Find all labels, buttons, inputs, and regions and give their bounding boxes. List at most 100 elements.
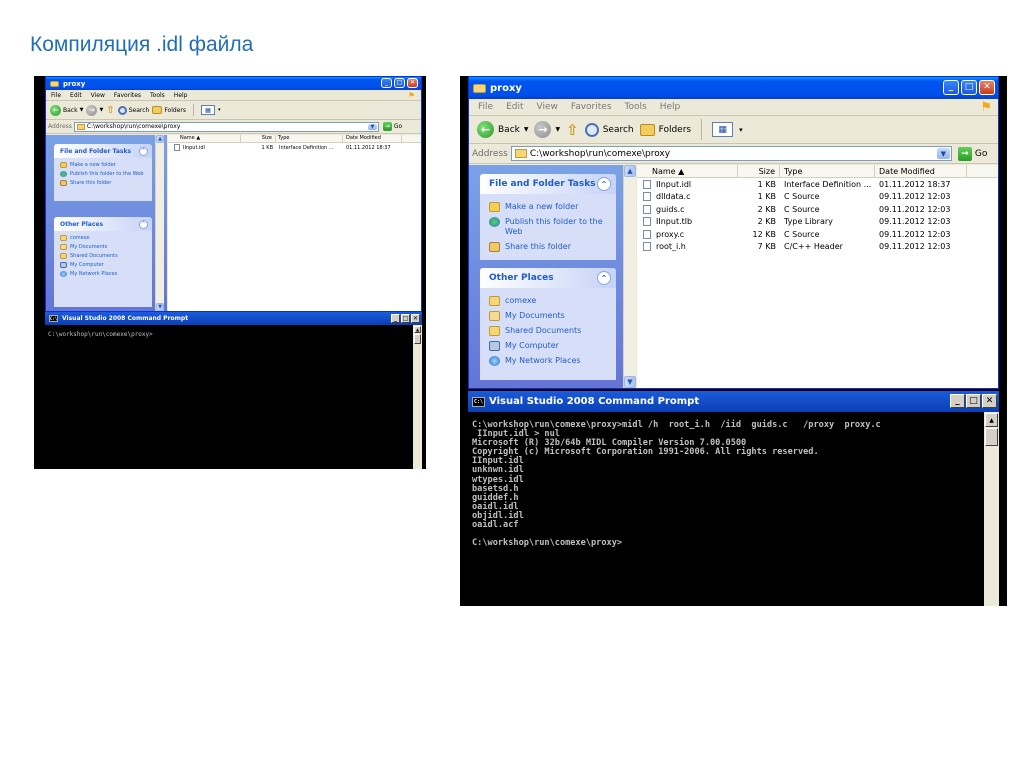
address-field[interactable]: C:\workshop\run\comexe\proxy ▼	[510, 146, 952, 161]
command-prompt-titlebar[interactable]: C:\ Visual Studio 2008 Command Prompt _ …	[45, 312, 422, 325]
maximize-button[interactable]: □	[394, 78, 405, 88]
collapse-chevron-icon[interactable]: ⌃	[597, 177, 611, 191]
menu-tools[interactable]: Tools	[150, 92, 165, 99]
place-item-1[interactable]: My Documents	[60, 244, 148, 250]
collapse-chevron-icon[interactable]: ⌃	[597, 271, 611, 285]
minimize-button[interactable]: _	[391, 314, 400, 323]
close-button[interactable]: ✕	[411, 314, 420, 323]
collapse-chevron-icon[interactable]: ⌃	[139, 219, 148, 229]
task-item-2[interactable]: Share this folder	[60, 180, 148, 186]
back-button[interactable]: ← Back ▼	[477, 121, 528, 138]
column-date[interactable]: Date Modified	[875, 165, 967, 178]
column-size[interactable]: Size	[241, 135, 276, 143]
folders-icon	[152, 106, 163, 114]
maximize-button[interactable]: □	[961, 80, 977, 95]
scroll-thumb[interactable]	[985, 428, 998, 446]
file-row[interactable]: root_i.h 7 KB C/C++ Header 09.11.2012 12:03	[637, 241, 998, 253]
menu-tools[interactable]: Tools	[625, 102, 647, 112]
chevron-down-icon[interactable]: ▼	[936, 148, 950, 159]
minimize-button[interactable]: _	[381, 78, 392, 88]
views-icon[interactable]: ▦	[712, 122, 734, 137]
collapse-chevron-icon[interactable]: ⌃	[139, 146, 148, 156]
scroll-thumb[interactable]	[414, 334, 421, 344]
place-item-1[interactable]: My Documents	[489, 311, 611, 321]
close-button[interactable]: ✕	[979, 80, 995, 95]
task-item-1[interactable]: Publish this folder to the Web	[489, 217, 611, 237]
place-item-3[interactable]: My Computer	[489, 341, 611, 351]
place-item-0[interactable]: comexe	[489, 296, 611, 306]
menu-edit[interactable]: Edit	[70, 92, 82, 99]
menu-help[interactable]: Help	[174, 92, 188, 99]
file-row[interactable]: proxy.c 12 KB C Source 09.11.2012 12:03	[637, 229, 998, 241]
back-button[interactable]: ← Back ▼	[50, 104, 83, 116]
explorer-titlebar[interactable]: proxy _ □ ✕	[469, 77, 998, 99]
forward-button[interactable]: → ▼	[534, 121, 560, 138]
column-size[interactable]: Size	[738, 165, 780, 178]
scroll-up-icon[interactable]: ▲	[156, 135, 164, 143]
forward-button[interactable]: → ▼	[86, 104, 103, 116]
go-button[interactable]: → Go	[957, 146, 987, 161]
place-item-2[interactable]: Shared Documents	[60, 253, 148, 259]
console-scrollbar[interactable]: ▲	[413, 325, 422, 469]
go-button[interactable]: → Go	[382, 122, 402, 131]
scroll-down-icon[interactable]: ▼	[156, 303, 164, 311]
up-folder-icon[interactable]: ⇧	[106, 105, 114, 116]
console-scrollbar[interactable]: ▲	[984, 412, 999, 606]
column-date[interactable]: Date Modified	[343, 135, 402, 143]
tasks-header[interactable]: File and Folder Tasks ⌃	[480, 174, 616, 194]
place-item-2[interactable]: Shared Documents	[489, 326, 611, 336]
file-row[interactable]: guids.c 2 KB C Source 09.11.2012 12:03	[637, 204, 998, 216]
address-field[interactable]: C:\workshop\run\comexe\proxy ▼	[73, 121, 379, 132]
menu-favorites[interactable]: Favorites	[571, 102, 612, 112]
menu-favorites[interactable]: Favorites	[114, 92, 141, 99]
tasks-header[interactable]: File and Folder Tasks ⌃	[54, 144, 152, 158]
column-name[interactable]: Name ▲	[168, 135, 241, 143]
folders-button[interactable]: Folders	[152, 106, 186, 114]
place-item-0[interactable]: comexe	[60, 235, 148, 241]
scroll-up-icon[interactable]: ▲	[414, 326, 421, 333]
task-item-0[interactable]: Make a new folder	[489, 202, 611, 212]
menu-view[interactable]: View	[537, 102, 558, 112]
task-pane-scrollbar[interactable]: ▲ ▼	[155, 135, 164, 311]
places-header[interactable]: Other Places ⌃	[54, 217, 152, 231]
scroll-down-icon[interactable]: ▼	[624, 376, 636, 388]
file-row[interactable]: IInput.idl 1 KB Interface Definition ... 01…	[637, 179, 998, 191]
views-icon[interactable]: ▦	[200, 105, 215, 115]
scroll-up-icon[interactable]: ▲	[624, 165, 636, 177]
search-button[interactable]: Search	[117, 105, 149, 115]
place-item-4[interactable]: My Network Places	[489, 356, 611, 366]
minimize-button[interactable]: _	[950, 394, 965, 408]
file-row[interactable]: IInput.tlb 2 KB Type Library 09.11.2012 12:…	[637, 216, 998, 228]
explorer-titlebar[interactable]: proxy _ □ ✕	[46, 77, 421, 90]
column-type[interactable]: Type	[276, 135, 343, 143]
file-row[interactable]: dlldata.c 1 KB C Source 09.11.2012 12:03	[637, 191, 998, 203]
menu-file[interactable]: File	[51, 92, 61, 99]
share-folder-icon	[489, 242, 500, 252]
place-item-4[interactable]: My Network Places	[60, 271, 148, 277]
search-button[interactable]: Search	[584, 122, 634, 137]
chevron-down-icon[interactable]: ▼	[367, 123, 377, 130]
up-folder-icon[interactable]: ⇧	[566, 121, 579, 139]
minimize-button[interactable]: _	[943, 80, 959, 95]
menu-file[interactable]: File	[478, 102, 493, 112]
maximize-button[interactable]: □	[401, 314, 410, 323]
column-name[interactable]: Name ▲	[637, 165, 738, 178]
menu-help[interactable]: Help	[660, 102, 681, 112]
menu-view[interactable]: View	[91, 92, 105, 99]
places-header[interactable]: Other Places ⌃	[480, 268, 616, 288]
command-prompt-titlebar[interactable]: C:\ Visual Studio 2008 Command Prompt _ …	[468, 391, 999, 412]
file-row[interactable]: IInput.idl 1 KB Interface Definition ... 01…	[168, 144, 421, 153]
place-item-3[interactable]: My Computer	[60, 262, 148, 268]
maximize-button[interactable]: □	[966, 394, 981, 408]
menu-edit[interactable]: Edit	[506, 102, 523, 112]
folders-button[interactable]: Folders	[639, 123, 691, 136]
column-type[interactable]: Type	[780, 165, 875, 178]
scroll-up-icon[interactable]: ▲	[985, 413, 998, 427]
close-button[interactable]: ✕	[407, 78, 418, 88]
task-item-2[interactable]: Share this folder	[489, 242, 611, 252]
task-pane-scrollbar[interactable]: ▲ ▼	[623, 165, 636, 388]
address-value: C:\workshop\run\comexe\proxy	[529, 148, 671, 159]
task-item-1[interactable]: Publish this folder to the Web	[60, 171, 148, 177]
close-button[interactable]: ✕	[982, 394, 997, 408]
task-item-0[interactable]: Make a new folder	[60, 162, 148, 168]
